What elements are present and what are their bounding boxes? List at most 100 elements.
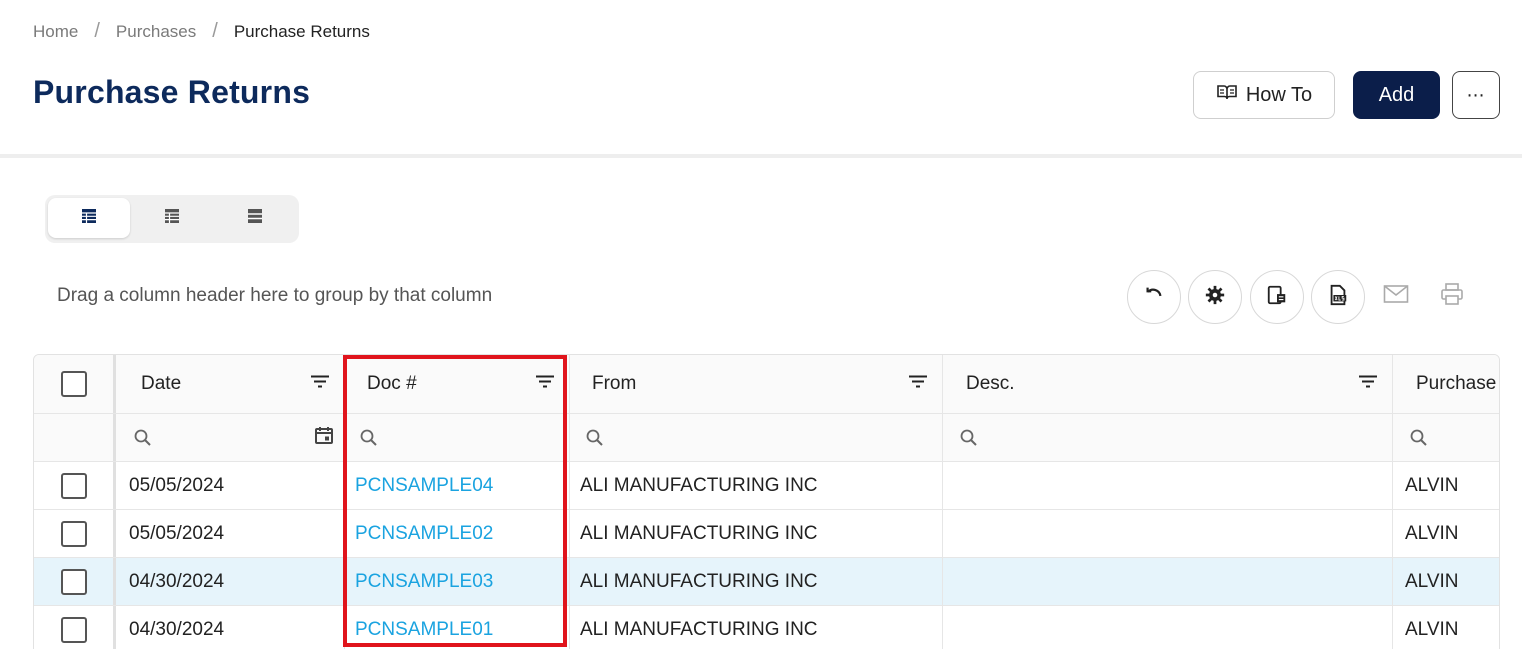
column-header-label: From [592, 373, 637, 394]
print-button[interactable] [1439, 282, 1465, 310]
email-button[interactable] [1383, 283, 1409, 309]
filter-cell-select [34, 414, 116, 461]
table-view-icon [164, 208, 180, 229]
date-value: 05/05/2024 [129, 474, 225, 496]
row-checkbox[interactable] [60, 616, 87, 643]
filter-icon[interactable] [310, 375, 330, 394]
table-row[interactable]: 04/30/2024 PCNSAMPLE03 ALI MANUFACTURING… [34, 558, 1499, 606]
cell-purchaser: ALVIN [1393, 510, 1499, 557]
doc-link[interactable]: PCNSAMPLE02 [355, 523, 493, 545]
date-value: 04/30/2024 [129, 570, 225, 592]
column-header-purchaser[interactable]: Purchase [1393, 355, 1499, 413]
compact-view-option[interactable] [214, 198, 296, 238]
purchaser-value: ALVIN [1405, 618, 1459, 640]
from-value: ALI MANUFACTURING INC [580, 570, 818, 592]
cell-desc [943, 558, 1393, 605]
table-row[interactable]: 05/05/2024 PCNSAMPLE04 ALI MANUFACTURING… [34, 462, 1499, 510]
search-icon [585, 428, 605, 448]
cell-from: ALI MANUFACTURING INC [570, 462, 943, 509]
cell-purchaser: ALVIN [1393, 462, 1499, 509]
breadcrumb: Home / Purchases / Purchase Returns [33, 20, 370, 43]
cell-date: 04/30/2024 [116, 606, 345, 649]
grid-view-icon [81, 208, 97, 229]
filter-cell-from[interactable] [570, 414, 943, 461]
header-divider [0, 154, 1522, 158]
doc-link[interactable]: PCNSAMPLE01 [355, 619, 493, 641]
search-icon [959, 428, 979, 448]
cell-desc [943, 462, 1393, 509]
row-select-cell [34, 510, 116, 557]
filter-cell-purchaser[interactable] [1393, 414, 1499, 461]
breadcrumb-home[interactable]: Home [33, 22, 78, 42]
column-header-label: Doc # [367, 373, 417, 394]
undo-button[interactable] [1127, 270, 1181, 324]
purchaser-value: ALVIN [1405, 570, 1459, 592]
print-icon [1440, 282, 1464, 310]
cell-doc: PCNSAMPLE02 [345, 510, 570, 557]
column-header-desc[interactable]: Desc. [943, 355, 1393, 413]
cell-desc [943, 606, 1393, 649]
breadcrumb-purchases[interactable]: Purchases [116, 22, 196, 42]
book-icon [1216, 83, 1238, 107]
settings-button[interactable] [1188, 270, 1242, 324]
purchaser-value: ALVIN [1405, 474, 1459, 496]
filter-cell-desc[interactable] [943, 414, 1393, 461]
cell-desc [943, 510, 1393, 557]
doc-link[interactable]: PCNSAMPLE03 [355, 571, 493, 593]
export-icon [1266, 284, 1288, 311]
search-icon [1409, 428, 1429, 448]
grid-header-row: Date Doc # From Desc. Purchase [34, 355, 1499, 414]
row-select-cell [34, 558, 116, 605]
date-value: 05/05/2024 [129, 522, 225, 544]
search-icon [359, 428, 379, 448]
row-checkbox[interactable] [60, 568, 87, 595]
from-value: ALI MANUFACTURING INC [580, 522, 818, 544]
breadcrumb-separator: / [212, 20, 218, 42]
column-header-label: Purchase [1416, 373, 1497, 394]
column-header-label: Desc. [966, 373, 1015, 394]
from-value: ALI MANUFACTURING INC [580, 618, 818, 640]
from-value: ALI MANUFACTURING INC [580, 474, 818, 496]
table-row[interactable]: 05/05/2024 PCNSAMPLE02 ALI MANUFACTURING… [34, 510, 1499, 558]
cell-doc: PCNSAMPLE03 [345, 558, 570, 605]
data-grid: Date Doc # From Desc. Purchase 05/05/202… [33, 354, 1500, 649]
row-checkbox[interactable] [60, 520, 87, 547]
column-header-date[interactable]: Date [116, 355, 345, 413]
add-button[interactable]: Add [1353, 71, 1440, 119]
filter-icon[interactable] [1358, 375, 1378, 394]
filter-cell-date[interactable] [116, 414, 345, 461]
breadcrumb-separator: / [94, 20, 100, 42]
search-icon [133, 428, 153, 448]
export-button[interactable] [1250, 270, 1304, 324]
table-view-option[interactable] [131, 198, 213, 238]
purchaser-value: ALVIN [1405, 522, 1459, 544]
more-options-button[interactable]: ⋯ [1452, 71, 1500, 119]
column-header-from[interactable]: From [570, 355, 943, 413]
how-to-button[interactable]: How To [1193, 71, 1335, 119]
compact-view-icon [247, 208, 263, 229]
cell-date: 04/30/2024 [116, 558, 345, 605]
grid-filter-row [34, 414, 1499, 462]
export-xls-button[interactable] [1311, 270, 1365, 324]
group-by-hint[interactable]: Drag a column header here to group by th… [57, 285, 492, 307]
doc-link[interactable]: PCNSAMPLE04 [355, 475, 493, 497]
row-select-cell [34, 462, 116, 509]
cell-date: 05/05/2024 [116, 510, 345, 557]
table-row[interactable]: 04/30/2024 PCNSAMPLE01 ALI MANUFACTURING… [34, 606, 1499, 649]
filter-cell-doc[interactable] [345, 414, 570, 461]
breadcrumb-current: Purchase Returns [233, 21, 370, 41]
export-xls-icon [1327, 284, 1349, 311]
settings-icon [1204, 284, 1226, 311]
filter-icon[interactable] [535, 375, 555, 394]
page-title: Purchase Returns [33, 74, 311, 110]
how-to-label: How To [1245, 83, 1313, 106]
select-all-checkbox[interactable] [60, 371, 87, 397]
view-switcher [45, 195, 299, 243]
calendar-icon[interactable] [314, 425, 334, 450]
row-checkbox[interactable] [60, 472, 87, 499]
column-header-doc[interactable]: Doc # [345, 355, 570, 413]
filter-icon[interactable] [908, 375, 928, 394]
grid-view-option[interactable] [48, 198, 130, 238]
select-all-cell [34, 355, 116, 413]
column-header-label: Date [141, 373, 182, 394]
